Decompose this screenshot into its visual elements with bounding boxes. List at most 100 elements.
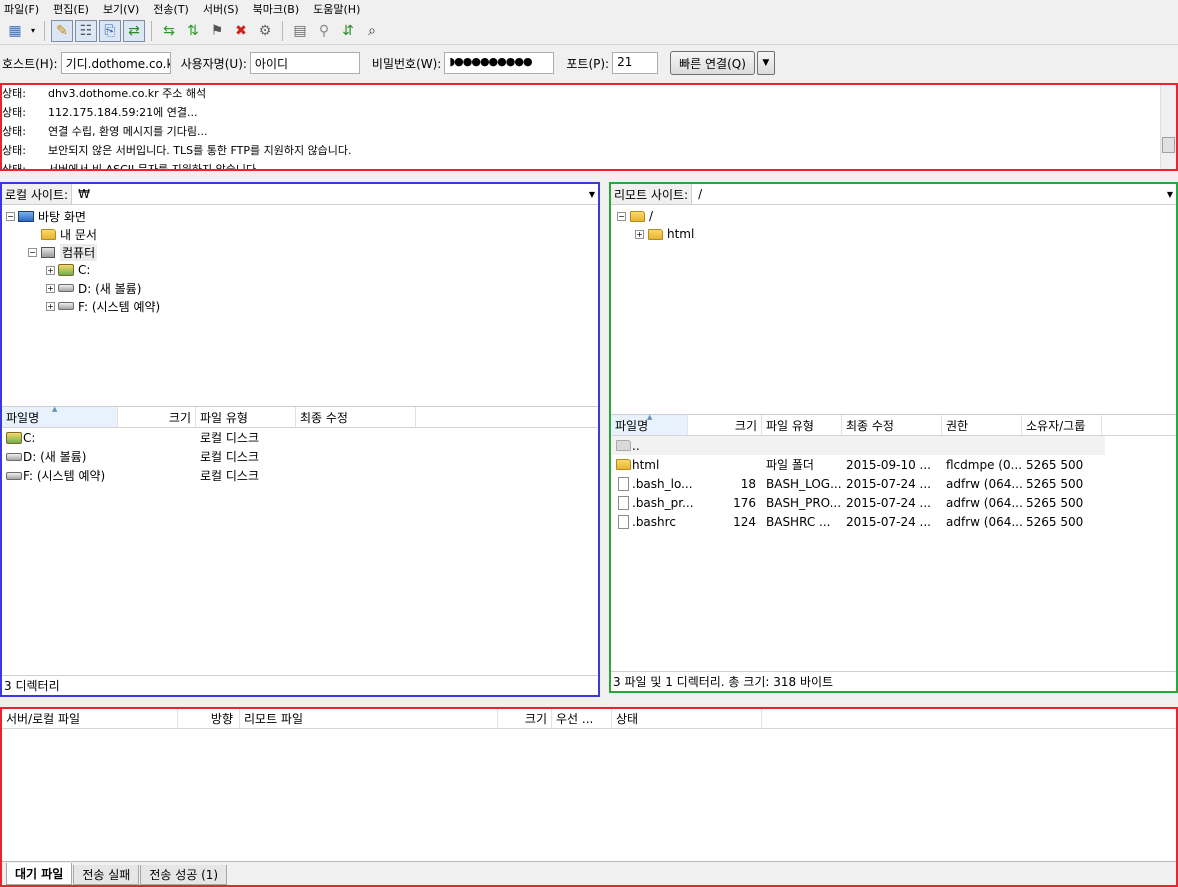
log-scrollbar-thumb[interactable]	[1162, 137, 1175, 153]
toolbar-separator	[282, 20, 283, 41]
tree-item-drive-c[interactable]: + C:	[2, 261, 598, 279]
list-item[interactable]: D: (새 볼륨) 로컬 디스크	[2, 447, 598, 466]
column-local-file[interactable]: 서버/로컬 파일	[2, 709, 178, 728]
list-item[interactable]: .bash_lo... 18 BASH_LOG... 2015-07-24 ..…	[611, 474, 1176, 493]
directory-compare-icon[interactable]: ⇵	[337, 20, 359, 42]
column-permissions[interactable]: 권한	[942, 415, 1022, 435]
menu-bookmarks[interactable]: 북마크(B)	[253, 1, 300, 17]
local-site-label: 로컬 사이트:	[2, 184, 73, 204]
expand-icon[interactable]: +	[46, 301, 55, 311]
local-status: 3 디렉터리	[2, 675, 598, 695]
local-tree: − 바탕 화면 내 문서 − 컴퓨터 + C: + D: (새 볼륨) + F:	[2, 205, 598, 407]
remote-site-label: 리모트 사이트:	[611, 184, 693, 204]
transfer-queue: 서버/로컬 파일 방향 리모트 파일 크기 우선 ... 상태 대기 파일 전송…	[0, 707, 1178, 887]
column-filename[interactable]: ▲ 파일명	[2, 405, 118, 427]
list-item[interactable]: .bashrc 124 BASHRC ... 2015-07-24 ... ad…	[611, 512, 1176, 531]
collapse-icon[interactable]: −	[617, 211, 626, 221]
tree-item-computer[interactable]: − 컴퓨터	[2, 243, 598, 261]
log-row: 상태: 서버에서 비 ASCII 문자를 지원하지 않습니다.	[2, 162, 260, 171]
expand-icon[interactable]: +	[46, 265, 55, 275]
expand-icon[interactable]: +	[635, 229, 644, 239]
column-size[interactable]: 크기	[688, 415, 762, 435]
menu-edit[interactable]: 편집(E)	[53, 1, 89, 17]
folder-icon	[615, 458, 631, 472]
expand-icon[interactable]: +	[46, 283, 55, 293]
list-item[interactable]: .bash_pr... 176 BASH_PRO... 2015-07-24 .…	[611, 493, 1176, 512]
tree-item-drive-f[interactable]: + F: (시스템 예약)	[2, 297, 598, 315]
search-remote-icon[interactable]: ⌕	[361, 20, 383, 42]
toggle-queue-icon[interactable]: ⇄	[123, 19, 145, 42]
list-item[interactable]: html 파일 폴더 2015-09-10 ... flcdmpe (0... …	[611, 455, 1176, 474]
tab-successful-transfers[interactable]: 전송 성공 (1)	[140, 865, 228, 885]
system-drive-icon	[58, 263, 74, 277]
queue-tabs: 대기 파일 전송 실패 전송 성공 (1)	[2, 861, 1176, 885]
refresh-icon[interactable]: ⇆	[158, 20, 180, 42]
stop-icon[interactable]: ⚑	[206, 20, 228, 42]
collapse-icon[interactable]: −	[28, 247, 37, 257]
quickconnect-history-dropdown[interactable]: ▼	[756, 51, 775, 75]
queue-header: 서버/로컬 파일 방향 리모트 파일 크기 우선 ... 상태	[2, 709, 1176, 729]
log-row: 상태: 보안되지 않은 서버입니다. TLS를 통한 FTP를 지원하지 않습니다…	[2, 143, 352, 157]
port-label: 포트(P):	[566, 56, 610, 71]
tree-item-desktop[interactable]: − 바탕 화면	[2, 207, 598, 225]
quickconnect-bar: 호스트(H): 기디.dothome.co.kr 사용자명(U): 아이디 비밀…	[0, 45, 1178, 81]
toggle-local-tree-icon[interactable]: ☷	[75, 19, 97, 42]
process-queue-icon[interactable]: ⇅	[182, 20, 204, 42]
column-owner[interactable]: 소유자/그룹	[1022, 415, 1102, 435]
file-icon	[615, 514, 631, 529]
menu-help[interactable]: 도움말(H)	[313, 1, 360, 17]
sort-ascending-icon: ▲	[647, 413, 653, 421]
chevron-down-icon[interactable]: ▼	[586, 190, 598, 199]
tab-failed-transfers[interactable]: 전송 실패	[73, 865, 140, 885]
log-row: 상태: dhv3.dothome.co.kr 주소 해석	[2, 86, 207, 100]
toggle-remote-tree-icon[interactable]: ⎘	[99, 19, 121, 42]
folder-icon	[647, 227, 663, 241]
site-manager-dropdown-icon[interactable]: ▾	[28, 20, 38, 42]
chevron-down-icon[interactable]: ▼	[1164, 190, 1176, 199]
column-modified[interactable]: 최종 수정	[842, 415, 942, 435]
tab-queued-files[interactable]: 대기 파일	[6, 863, 73, 885]
column-direction[interactable]: 방향	[178, 709, 240, 728]
tree-item-documents[interactable]: 내 문서	[2, 225, 598, 243]
column-remote-file[interactable]: 리모트 파일	[240, 709, 498, 728]
column-priority[interactable]: 우선 ...	[552, 709, 612, 728]
column-filetype[interactable]: 파일 유형	[196, 407, 296, 427]
drive-icon	[58, 299, 74, 313]
menu-transfer[interactable]: 전송(T)	[153, 1, 189, 17]
password-input[interactable]: ◗●●●●●●●●●	[444, 52, 555, 74]
remote-site-path[interactable]: /	[692, 184, 1164, 204]
local-list-header: ▲ 파일명 크기 파일 유형 최종 수정	[2, 405, 598, 428]
list-item[interactable]: F: (시스템 예약) 로컬 디스크	[2, 466, 598, 485]
remote-pane: 리모트 사이트: / ▼ − / + html ▲ 파일명 크기 파일 유형 최…	[609, 182, 1178, 693]
list-item[interactable]: C: 로컬 디스크	[2, 428, 598, 447]
menu-file[interactable]: 파일(F)	[4, 1, 39, 17]
directory-listing-filter-icon[interactable]: ▤	[289, 20, 311, 42]
tree-item-root[interactable]: − /	[611, 207, 1176, 225]
column-modified[interactable]: 최종 수정	[296, 407, 416, 427]
column-status[interactable]: 상태	[612, 709, 762, 728]
user-input[interactable]: 아이디	[249, 52, 360, 74]
disconnect-icon[interactable]: ✖	[230, 20, 252, 42]
host-input[interactable]: 기디.dothome.co.kr	[60, 52, 171, 74]
menu-view[interactable]: 보기(V)	[103, 1, 139, 17]
sync-browsing-icon[interactable]: ⚲	[313, 20, 335, 42]
toggle-log-icon[interactable]: ✎	[51, 19, 73, 42]
port-input[interactable]: 21	[612, 52, 659, 74]
remote-site-bar: 리모트 사이트: / ▼	[611, 184, 1176, 205]
column-size[interactable]: 크기	[118, 407, 196, 427]
collapse-icon[interactable]: −	[6, 211, 15, 221]
column-filename[interactable]: ▲ 파일명	[611, 413, 688, 435]
remote-status: 3 파일 및 1 디렉터리. 총 크기: 318 바이트	[611, 671, 1176, 691]
log-scrollbar[interactable]	[1160, 85, 1176, 169]
quickconnect-button[interactable]: 빠른 연결(Q)	[670, 51, 755, 75]
log-row: 상태: 연결 수립, 환영 메시지를 기다림...	[2, 124, 208, 138]
menu-server[interactable]: 서버(S)	[203, 1, 239, 17]
tree-item-drive-d[interactable]: + D: (새 볼륨)	[2, 279, 598, 297]
list-item[interactable]: ..	[611, 436, 1105, 455]
site-manager-icon[interactable]: ▦	[4, 20, 26, 42]
column-filetype[interactable]: 파일 유형	[762, 415, 842, 435]
local-site-path[interactable]: ₩	[72, 184, 586, 204]
tree-item-html[interactable]: + html	[611, 225, 1176, 243]
reconnect-icon[interactable]: ⚙	[254, 20, 276, 42]
column-size[interactable]: 크기	[498, 709, 552, 728]
